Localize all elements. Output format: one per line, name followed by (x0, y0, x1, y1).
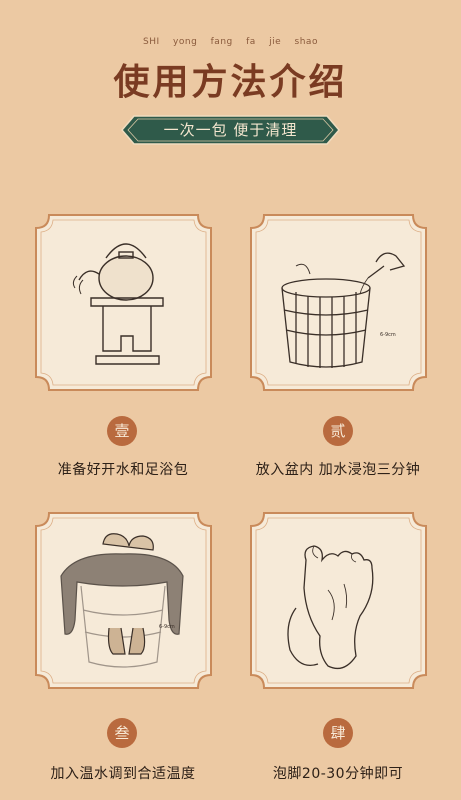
tagline-badge: 一次一包 便于清理 (120, 114, 341, 146)
step-1-number: 壹 (107, 416, 137, 446)
wooden-bucket-icon: 6-9cm (281, 252, 406, 368)
step-2-caption: 放入盆内 加水浸泡三分钟 (255, 462, 421, 478)
tagline-text: 一次一包 便于清理 (163, 121, 298, 139)
page-title: 使用方法介绍 (113, 61, 348, 103)
step-1-caption: 准备好开水和足浴包 (57, 462, 189, 478)
step-3-caption: 加入温水调到合适温度 (50, 766, 196, 782)
step-1-card (33, 212, 214, 393)
step-3-number: 叁 (107, 718, 137, 748)
step-4-number: 肆 (323, 718, 353, 748)
step-4-card (248, 510, 429, 691)
pinyin-subtitle: SHI yong fang fa jie shao (143, 37, 318, 47)
kettle-on-stove-icon (72, 243, 164, 365)
svg-text:6-9cm: 6-9cm (380, 332, 396, 338)
feet-icon (287, 545, 374, 670)
step-2-card: 6-9cm (248, 212, 429, 393)
foot-soak-icon: 6-9cm (60, 533, 184, 668)
step-3-card: 6-9cm (33, 510, 214, 691)
step-2-number: 贰 (323, 416, 353, 446)
step-4-caption: 泡脚20-30分钟即可 (272, 766, 404, 782)
svg-text:6-9cm: 6-9cm (159, 624, 175, 630)
